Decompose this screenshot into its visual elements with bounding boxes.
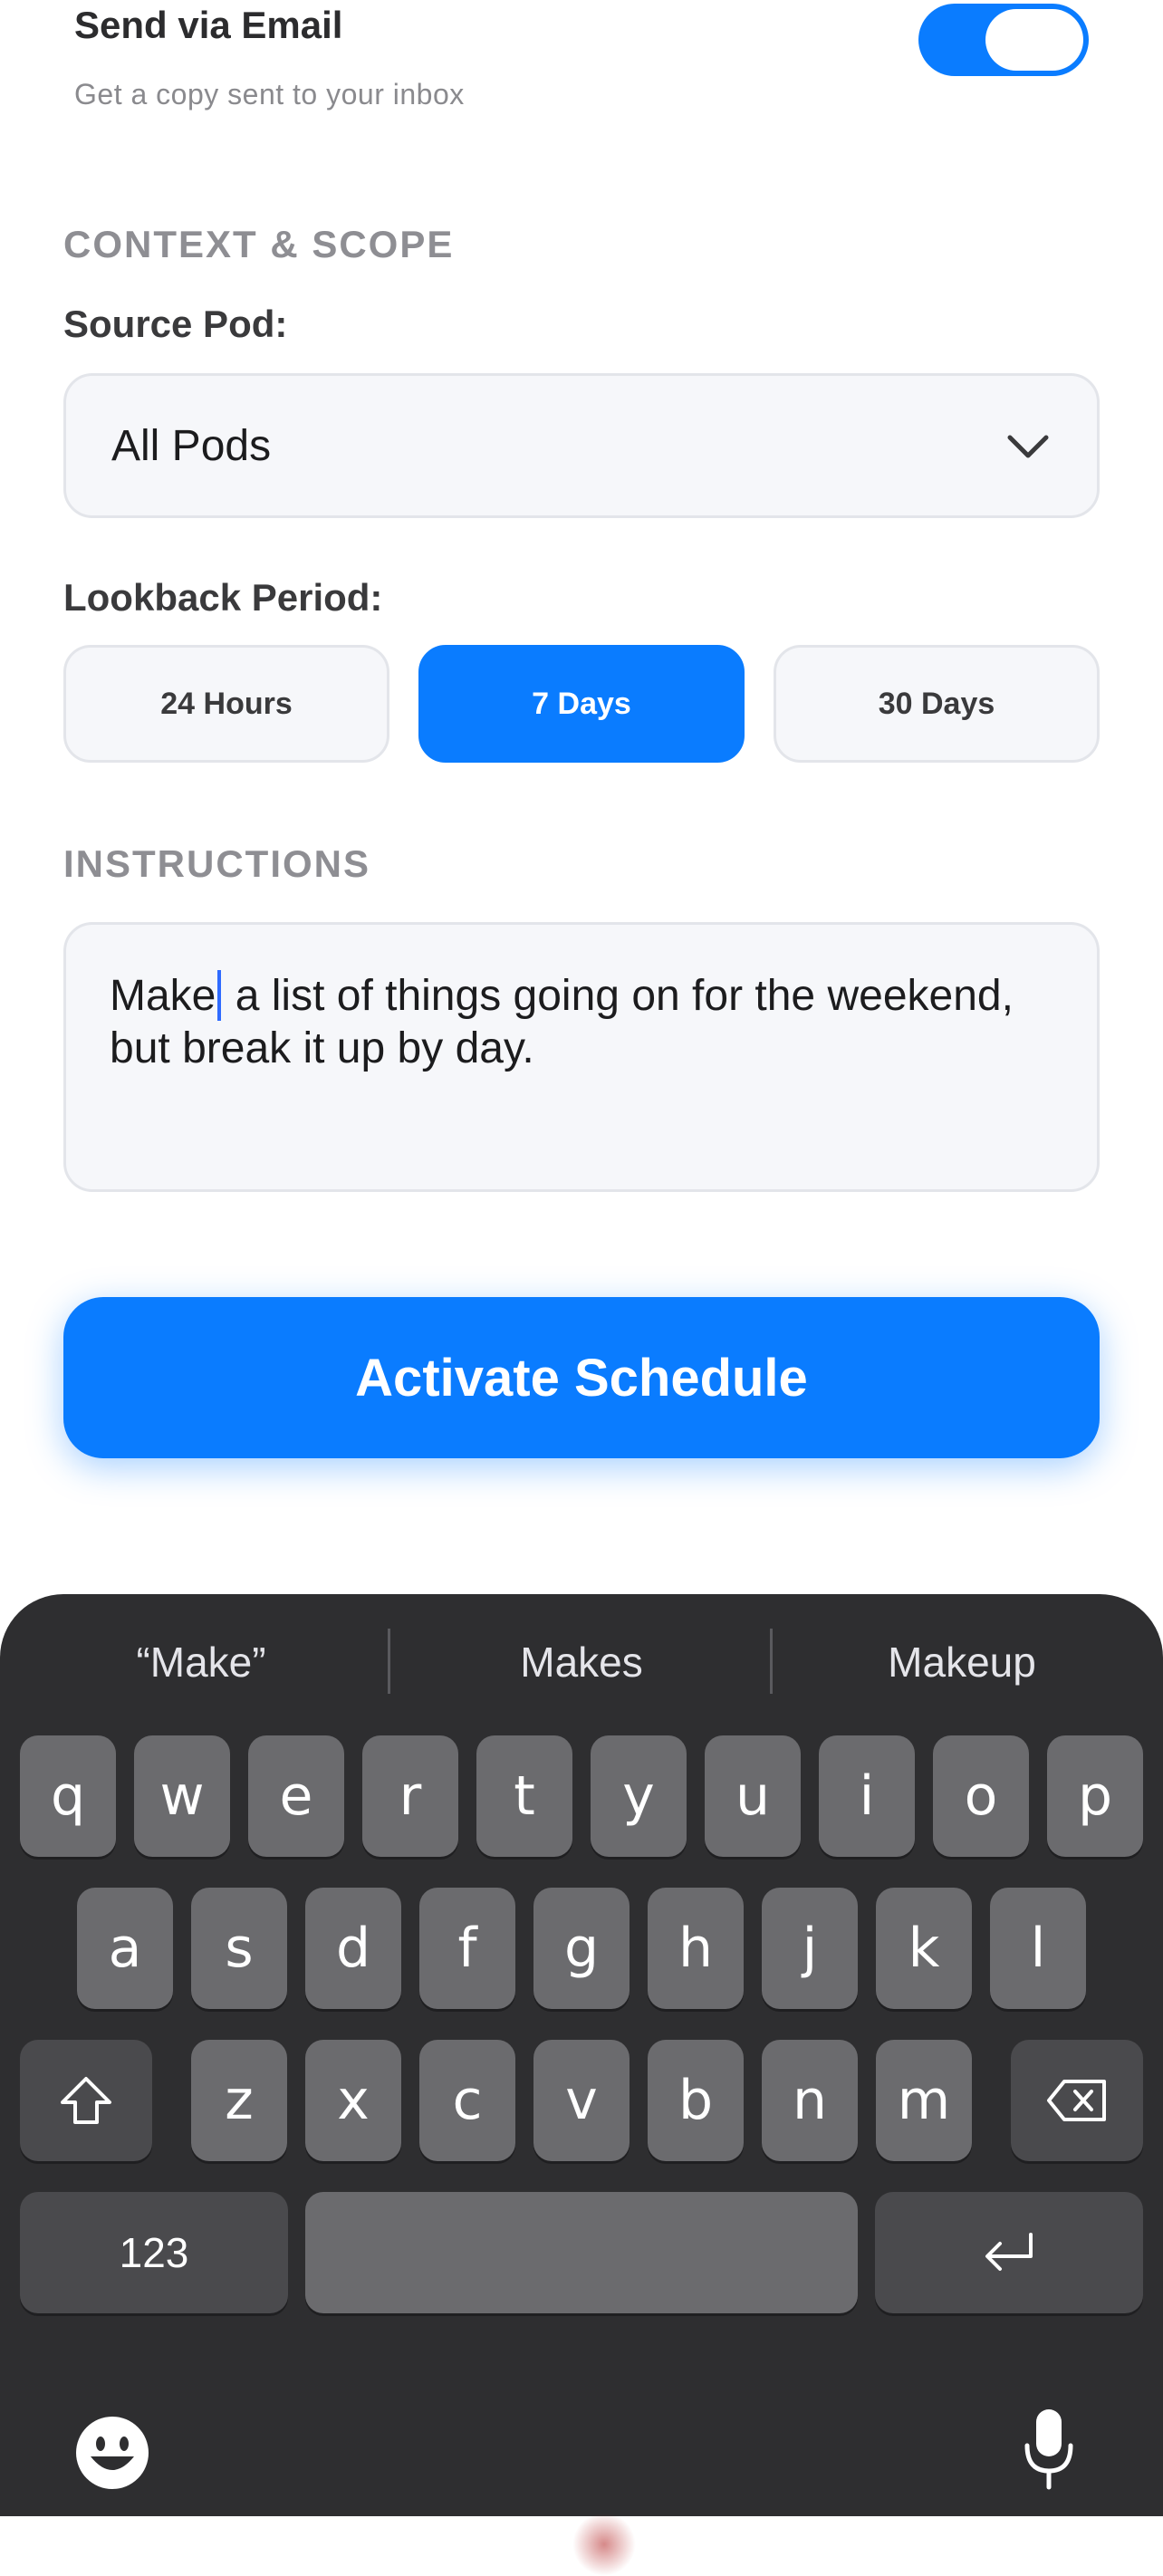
key-b[interactable]: b	[648, 2040, 744, 2161]
key-u[interactable]: u	[705, 1735, 801, 1857]
chevron-down-icon	[1007, 435, 1049, 458]
text-caret	[217, 970, 222, 1021]
return-icon	[985, 2233, 1033, 2271]
key-w[interactable]: w	[134, 1735, 230, 1857]
key-z[interactable]: z	[191, 2040, 287, 2161]
source-pod-label: Source Pod:	[63, 303, 288, 345]
instructions-textarea[interactable]: Make a list of things going on for the w…	[63, 922, 1100, 1192]
lookback-option-30-days[interactable]: 30 Days	[774, 645, 1100, 763]
key-r[interactable]: r	[362, 1735, 458, 1857]
key-n[interactable]: n	[762, 2040, 858, 2161]
key-x[interactable]: x	[305, 2040, 401, 2161]
keyboard-suggestion-1[interactable]: “Make”	[11, 1638, 391, 1687]
toggle-knob	[985, 9, 1083, 71]
dictation-indicator	[572, 2513, 636, 2576]
microphone-icon[interactable]	[1022, 2406, 1076, 2493]
key-i[interactable]: i	[819, 1735, 915, 1857]
suggestion-divider	[388, 1629, 390, 1694]
activate-schedule-button[interactable]: Activate Schedule	[63, 1297, 1100, 1458]
key-v[interactable]: v	[533, 2040, 630, 2161]
backspace-key[interactable]	[1011, 2040, 1143, 2161]
instructions-text-after-caret: a list of things going on for the weeken…	[110, 972, 1014, 1072]
key-c[interactable]: c	[419, 2040, 515, 2161]
key-f[interactable]: f	[419, 1888, 515, 2009]
key-d[interactable]: d	[305, 1888, 401, 2009]
key-s[interactable]: s	[191, 1888, 287, 2009]
lookback-option-24-hours[interactable]: 24 Hours	[63, 645, 389, 763]
key-m[interactable]: m	[876, 2040, 972, 2161]
return-key[interactable]	[875, 2192, 1143, 2313]
key-e[interactable]: e	[248, 1735, 344, 1857]
lookback-option-7-days[interactable]: 7 Days	[418, 645, 745, 763]
instructions-heading: INSTRUCTIONS	[63, 842, 370, 885]
key-k[interactable]: k	[876, 1888, 972, 2009]
key-q[interactable]: q	[20, 1735, 116, 1857]
shift-key[interactable]	[20, 2040, 152, 2161]
source-pod-value: All Pods	[111, 422, 272, 470]
emoji-icon[interactable]	[74, 2415, 150, 2491]
key-y[interactable]: y	[591, 1735, 687, 1857]
key-t[interactable]: t	[476, 1735, 572, 1857]
send-via-email-subtitle: Get a copy sent to your inbox	[74, 78, 465, 111]
source-pod-select[interactable]: All Pods	[63, 373, 1100, 518]
context-scope-heading: CONTEXT & SCOPE	[63, 223, 455, 265]
key-o[interactable]: o	[933, 1735, 1029, 1857]
key-g[interactable]: g	[533, 1888, 630, 2009]
key-a[interactable]: a	[77, 1888, 173, 2009]
send-via-email-title: Send via Email	[74, 4, 343, 46]
onscreen-keyboard: “Make” Makes Makeup q w e r t y u i o p …	[0, 1594, 1163, 2576]
shift-icon	[61, 2077, 111, 2124]
lookback-period-label: Lookback Period:	[63, 576, 383, 619]
backspace-icon	[1047, 2080, 1106, 2121]
key-h[interactable]: h	[648, 1888, 744, 2009]
keyboard-suggestion-2[interactable]: Makes	[391, 1638, 772, 1687]
key-p[interactable]: p	[1047, 1735, 1143, 1857]
space-key[interactable]	[305, 2192, 858, 2313]
numbers-key[interactable]: 123	[20, 2192, 288, 2313]
key-l[interactable]: l	[990, 1888, 1086, 2009]
key-j[interactable]: j	[762, 1888, 858, 2009]
send-via-email-toggle[interactable]	[918, 4, 1089, 76]
instructions-text-before-caret: Make	[110, 972, 216, 1020]
keyboard-suggestion-3[interactable]: Makeup	[772, 1638, 1152, 1687]
